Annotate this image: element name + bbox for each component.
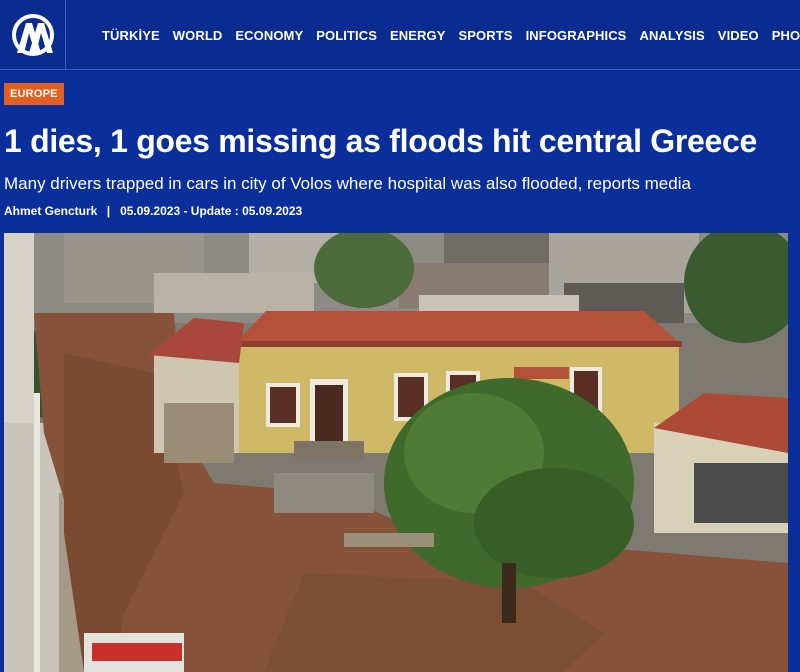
nav-item-energy[interactable]: ENERGY	[390, 28, 446, 43]
article-header: EUROPE 1 dies, 1 goes missing as floods …	[0, 70, 800, 233]
author-name[interactable]: Ahmet Gencturk	[4, 204, 97, 218]
nav-item-video[interactable]: VIDEO	[718, 28, 759, 43]
nav-item-photo[interactable]: PHOTO	[772, 28, 800, 43]
aa-logo-icon	[11, 14, 54, 56]
nav-item-economy[interactable]: ECONOMY	[235, 28, 303, 43]
article-subtitle: Many drivers trapped in cars in city of …	[4, 174, 691, 193]
article-photo	[4, 233, 788, 672]
flood-scene-illustration	[4, 233, 788, 672]
publish-date: 05.09.2023 - Update : 05.09.2023	[120, 204, 303, 218]
aa-logo[interactable]	[0, 0, 66, 70]
article-meta: Ahmet Gencturk | 05.09.2023 - Update : 05…	[4, 204, 302, 218]
nav-item-infographics[interactable]: INFOGRAPHICS	[526, 28, 627, 43]
top-nav-bar: TÜRKİYE WORLD ECONOMY POLITICS ENERGY SP…	[0, 0, 800, 70]
meta-separator: |	[106, 204, 111, 218]
category-badge[interactable]: EUROPE	[4, 83, 64, 105]
article-title: 1 dies, 1 goes missing as floods hit cen…	[4, 123, 757, 159]
nav-item-turkiye[interactable]: TÜRKİYE	[102, 28, 160, 43]
main-nav: TÜRKİYE WORLD ECONOMY POLITICS ENERGY SP…	[102, 28, 800, 43]
nav-item-politics[interactable]: POLITICS	[316, 28, 377, 43]
nav-item-world[interactable]: WORLD	[173, 28, 223, 43]
nav-item-sports[interactable]: SPORTS	[459, 28, 513, 43]
nav-item-analysis[interactable]: ANALYSIS	[639, 28, 704, 43]
